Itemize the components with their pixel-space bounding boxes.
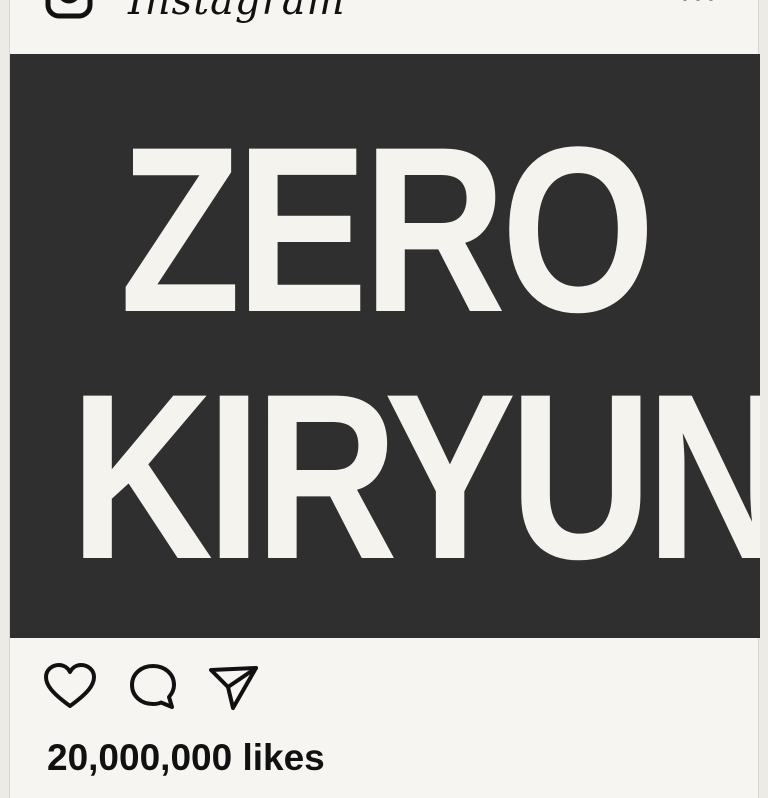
post-header: Instagram: [10, 0, 758, 54]
post-actions-bar: [10, 638, 758, 728]
comment-icon[interactable]: [125, 662, 181, 712]
image-text-line-2: KIRYUN: [70, 345, 760, 609]
more-options-icon[interactable]: [674, 0, 722, 8]
send-icon[interactable]: [206, 662, 262, 712]
app-wordmark: Instagram: [128, 0, 346, 24]
heart-icon[interactable]: [42, 662, 98, 712]
instagram-camera-icon[interactable]: [45, 0, 93, 20]
image-text-line-1: ZERO: [119, 98, 656, 362]
post-image[interactable]: ZERO KIRYUN: [10, 54, 760, 638]
likes-count[interactable]: 20,000,000 likes: [47, 737, 325, 779]
instagram-post-card: Instagram ZERO KIRYUN 20,000,000 likes: [9, 0, 760, 798]
